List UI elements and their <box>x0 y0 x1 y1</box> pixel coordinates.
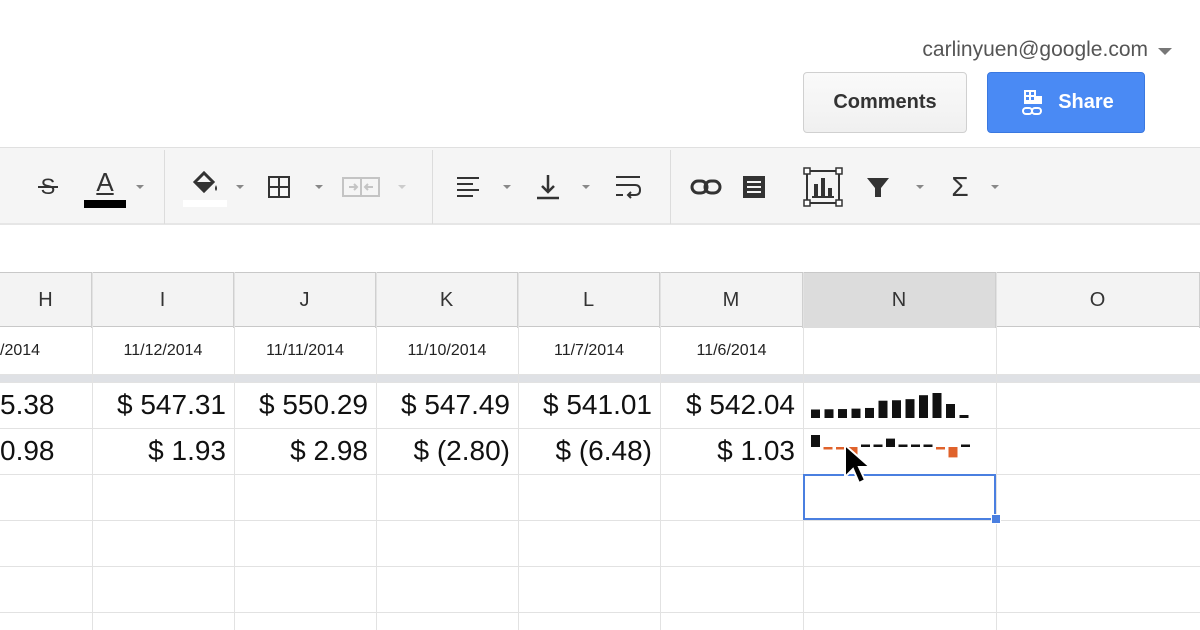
valign-caret <box>582 185 590 189</box>
column-gridline <box>803 272 804 630</box>
sparkline-bar <box>838 409 847 418</box>
sparkline-negative-bar <box>948 447 958 458</box>
fill-color-button[interactable] <box>180 148 230 226</box>
sparkline-bar <box>905 399 915 418</box>
borders-icon[interactable] <box>262 148 296 226</box>
fill-handle[interactable] <box>991 514 1001 524</box>
toolbar-separator <box>164 150 165 224</box>
sparkline-bar <box>851 408 861 418</box>
cell-price-h[interactable]: 5.38 <box>0 382 92 428</box>
text-color-caret <box>136 185 144 189</box>
sparkline-bar <box>932 393 942 418</box>
halign-caret <box>503 185 511 189</box>
cell-price-m[interactable]: $ 542.04 <box>660 382 803 428</box>
cell-price-l[interactable]: $ 541.01 <box>518 382 660 428</box>
cell-price-k[interactable]: $ 547.49 <box>376 382 518 428</box>
sparkline-positive-bar <box>911 444 920 447</box>
share-button[interactable]: Share <box>987 72 1145 133</box>
selected-cell-N5[interactable] <box>803 474 996 520</box>
cell-date-l[interactable]: 11/7/2014 <box>518 327 660 374</box>
functions-icon[interactable]: Σ <box>944 148 976 226</box>
horizontal-align-icon[interactable] <box>448 148 488 226</box>
sparkline-bar <box>919 395 928 418</box>
sparkline-bar <box>959 415 969 418</box>
share-building-icon <box>1022 89 1043 115</box>
text-color-swatch <box>84 199 126 208</box>
vertical-align-icon[interactable] <box>528 148 568 226</box>
column-header-n[interactable]: N <box>803 273 996 328</box>
cell-date-k[interactable]: 11/10/2014 <box>376 327 518 374</box>
sparkline-bar <box>892 400 901 418</box>
mouse-cursor-icon <box>844 443 873 485</box>
functions-symbol: Σ <box>951 171 969 202</box>
change-sparkline[interactable] <box>808 430 998 470</box>
sparkline-bar <box>865 407 874 418</box>
cell-change-i[interactable]: $ 1.93 <box>92 428 234 474</box>
cell-change-k[interactable]: $ (2.80) <box>376 428 518 474</box>
text-wrap-icon[interactable] <box>608 148 648 226</box>
share-label: Share <box>1058 91 1114 113</box>
row-gridline <box>0 474 1200 475</box>
sparkline-positive-bar <box>898 444 908 447</box>
merge-caret <box>398 185 406 189</box>
sparkline-negative-bar <box>936 447 945 450</box>
account-email: carlinyuen@google.com <box>922 38 1148 61</box>
column-header-o[interactable]: O <box>996 273 1200 328</box>
borders-caret <box>315 185 323 189</box>
merge-cells-icon <box>338 148 384 226</box>
column-header-l[interactable]: L <box>518 273 660 328</box>
row-gridline <box>0 374 1200 375</box>
spreadsheet-grid[interactable]: HIJKLMNO /2014 5.38 0.98 11/12/2014 $ 547.31… <box>0 272 1200 630</box>
insert-link-icon[interactable] <box>686 148 726 226</box>
sparkline-negative-bar <box>823 447 833 450</box>
insert-comment-icon[interactable] <box>734 148 774 226</box>
column-header-row: HIJKLMNO <box>0 272 1200 328</box>
cell-date-j[interactable]: 11/11/2014 <box>234 327 376 374</box>
cell-date-h[interactable]: /2014 <box>0 327 92 374</box>
cell-change-m[interactable]: $ 1.03 <box>660 428 803 474</box>
chevron-down-icon <box>1158 48 1172 55</box>
price-sparkline[interactable] <box>808 385 998 425</box>
frozen-row-divider[interactable] <box>0 374 1200 382</box>
sparkline-positive-bar <box>961 444 970 447</box>
cell-date-i[interactable]: 11/12/2014 <box>92 327 234 374</box>
cell-change-h[interactable]: 0.98 <box>0 428 92 474</box>
column-header-j[interactable]: J <box>234 273 376 328</box>
cell-change-j[interactable]: $ 2.98 <box>234 428 376 474</box>
sparkline-bar <box>878 400 888 418</box>
sparkline-positive-bar <box>811 435 820 447</box>
row-gridline <box>0 612 1200 613</box>
comments-button[interactable]: Comments <box>803 72 967 133</box>
strikethrough-icon[interactable]: S <box>28 148 68 226</box>
column-header-h[interactable]: H <box>0 273 92 328</box>
insert-chart-icon[interactable] <box>798 148 848 226</box>
sparkline-positive-bar <box>923 444 933 447</box>
functions-caret <box>991 185 999 189</box>
cell-price-j[interactable]: $ 550.29 <box>234 382 376 428</box>
formatting-toolbar: S A Σ <box>0 147 1200 225</box>
column-header-m[interactable]: M <box>660 273 803 328</box>
cell-change-l[interactable]: $ (6.48) <box>518 428 660 474</box>
cell-price-i[interactable]: $ 547.31 <box>92 382 234 428</box>
filter-icon[interactable] <box>858 148 898 226</box>
toolbar-separator <box>432 150 433 224</box>
row-gridline <box>0 566 1200 567</box>
cell-date-m[interactable]: 11/6/2014 <box>660 327 803 374</box>
text-color-button[interactable]: A <box>80 148 130 226</box>
text-color-icon: A <box>96 166 114 197</box>
row-gridline <box>0 520 1200 521</box>
account-menu[interactable]: carlinyuen@google.com <box>922 38 1172 62</box>
sparkline-bar <box>946 404 955 418</box>
fill-color-caret <box>236 185 244 189</box>
column-header-i[interactable]: I <box>92 273 234 328</box>
sparkline-bar <box>824 409 834 418</box>
fill-color-icon <box>192 170 217 193</box>
toolbar-separator <box>670 150 671 224</box>
filter-caret <box>916 185 924 189</box>
fill-color-swatch <box>183 199 227 207</box>
column-header-k[interactable]: K <box>376 273 518 328</box>
sparkline-bar <box>811 409 820 418</box>
sparkline-positive-bar <box>886 438 895 447</box>
